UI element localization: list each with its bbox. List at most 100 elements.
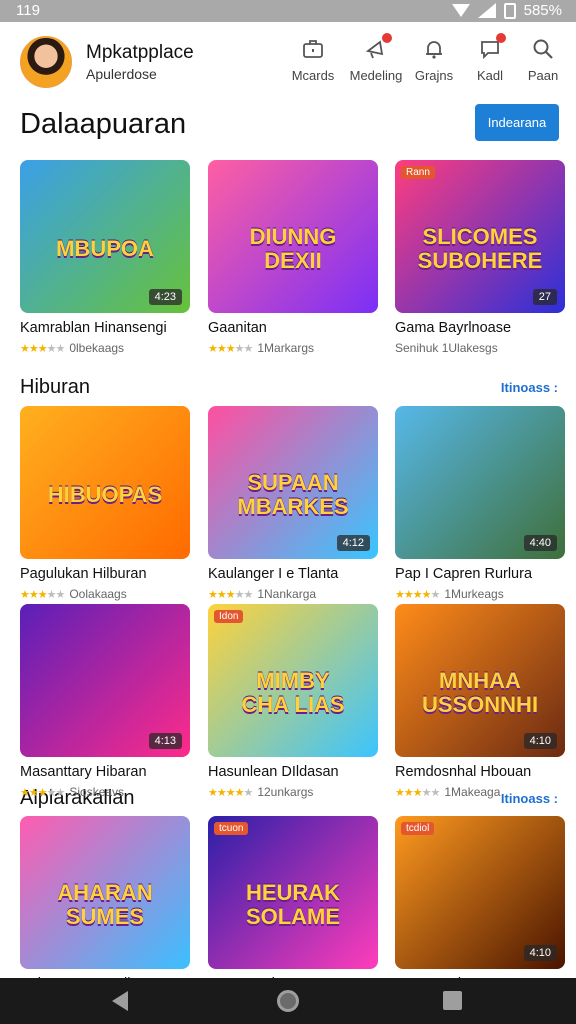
card-art-title: AHARAN SUMES [57, 879, 153, 929]
recents-icon[interactable] [443, 991, 462, 1010]
card-duration: 4:10 [523, 733, 557, 749]
star-rating: ★★★★★ [20, 786, 65, 799]
card-meta: ★★★★★ Oolakaags [20, 587, 190, 601]
nav-paan[interactable]: Paan [513, 36, 573, 83]
app-subtitle: Apulerdose [86, 66, 157, 82]
card-tag: tcdiol [401, 822, 435, 835]
card-thumbnail[interactable]: tcuon HEURAK SOLAME [208, 816, 378, 969]
card-tag: tcuon [214, 822, 249, 835]
card-title: Pagulukan Hilburan [20, 566, 147, 582]
nav-label: Medeling [349, 68, 403, 83]
section-more-link[interactable]: Itinoass : [501, 380, 558, 395]
card-meta: ★★★★★ 0lbekaags [20, 341, 190, 355]
card-meta: ★★★★★ 1Nankarga [208, 587, 378, 601]
home-icon[interactable] [277, 990, 299, 1012]
card-thumbnail[interactable]: MBUPOA 4:23 [20, 160, 190, 313]
status-bar: 119 585% [0, 0, 576, 22]
card-thumbnail[interactable]: 4:13 [20, 604, 190, 757]
card-art-title: HEURAK SOLAME [245, 879, 341, 929]
star-rating: ★★★★★ [20, 588, 65, 601]
notification-dot [496, 33, 506, 43]
card-title: Remdosnhal Hbouan [395, 764, 532, 780]
card-thumbnail[interactable]: DIUNNG DEXII [208, 160, 378, 313]
primary-action-button[interactable]: Indearana [475, 104, 559, 141]
nav-label: Grajns [414, 68, 454, 83]
nav-label: Mcards [291, 68, 335, 83]
card-duration: 27 [532, 289, 557, 305]
app-header: Mpkatpplace Apulerdose Mcards Medeling G… [0, 22, 576, 100]
nav-kadl[interactable]: Kadl [460, 33, 520, 83]
game-card[interactable]: 4:40 Pap I Capren Rurlura ★★★★★ 1Murkeags [395, 406, 565, 601]
card-thumbnail[interactable]: MNHAA USSONNHI 4:10 [395, 604, 565, 757]
nav-label: Paan [527, 68, 559, 83]
card-thumbnail[interactable]: AHARAN SUMES [20, 816, 190, 969]
card-art-title: MNHAA USSONNHI [421, 667, 539, 717]
card-thumbnail[interactable]: tcdiol 4:10 [395, 816, 565, 969]
card-thumbnail[interactable]: Idon MIMBY CHA LIAS [208, 604, 378, 757]
chat-icon [477, 33, 506, 62]
card-meta: ★★★★★ 1Markargs [208, 341, 378, 355]
nav-label: Kadl [476, 68, 504, 83]
card-title: Kamrablan Hinansengi [20, 320, 167, 336]
battery-icon [503, 2, 516, 19]
back-icon[interactable] [112, 991, 128, 1011]
card-thumbnail[interactable]: 4:40 [395, 406, 565, 559]
card-meta-text: 1Makeaga [444, 785, 501, 799]
star-rating: ★★★★★ [395, 786, 440, 799]
wifi-icon [451, 4, 470, 17]
card-title: Gama Bayrlnoase [395, 320, 512, 336]
app-title: Mpkatpplace [86, 42, 194, 63]
card-art-title: MIMBY CHA LIAS [241, 667, 345, 717]
system-nav-bar [0, 978, 576, 1024]
notification-dot [382, 33, 392, 43]
game-card[interactable]: Idon MIMBY CHA LIAS Hasunlean DIldasan ★★★★… [208, 604, 378, 799]
card-title: Hasunlean DIldasan [208, 764, 339, 780]
card-art-title: SLICOMES SUBOHERE [417, 223, 543, 273]
star-rating: ★★★★★ [208, 786, 253, 799]
card-duration: 4:10 [523, 945, 557, 961]
nav-medeling[interactable]: Medeling [346, 33, 406, 83]
card-duration: 4:13 [148, 733, 182, 749]
card-duration: 4:40 [523, 535, 557, 551]
card-meta-text: 1Markargs [257, 341, 315, 355]
game-card[interactable]: HIBUOPAS Pagulukan Hilburan ★★★★★ Oolakaags [20, 406, 190, 601]
star-rating: ★★★★★ [208, 588, 253, 601]
card-title: Masanttary Hibaran [20, 764, 147, 780]
bell-icon [421, 36, 447, 62]
game-card[interactable]: MNHAA USSONNHI 4:10 Remdosnhal Hbouan ★★★★★… [395, 604, 565, 799]
card-meta-text: 1Nankarga [257, 587, 317, 601]
battery-level: 585% [523, 2, 562, 19]
card-duration: 4:12 [336, 535, 370, 551]
card-title: Pap I Capren Rurlura [395, 566, 533, 582]
nav-mcards[interactable]: Mcards [283, 36, 343, 83]
status-icons: 585% [451, 2, 562, 19]
card-thumbnail[interactable]: HIBUOPAS [20, 406, 190, 559]
card-title: Gaanitan [208, 320, 267, 336]
page-title: Dalaapuaran [20, 108, 187, 140]
nav-grajns[interactable]: Grajns [404, 36, 464, 83]
card-meta-text: Sioskeavs [69, 785, 125, 799]
card-art-title: MBUPOA [56, 235, 154, 261]
game-card[interactable]: 4:13 Masanttary Hibaran ★★★★★ Sioskeavs [20, 604, 190, 799]
search-icon [530, 36, 556, 62]
card-meta: ★★★★★ 1Makeaga [395, 785, 565, 799]
card-meta-text: Oolakaags [69, 587, 127, 601]
game-card[interactable]: SUPAAN MBARKES 4:12 Kaulanger I e Tlanta ★★… [208, 406, 378, 601]
game-card[interactable]: DIUNNG DEXII Gaanitan ★★★★★ 1Markargs [208, 160, 378, 355]
section-title: Hiburan [20, 376, 91, 398]
card-thumbnail[interactable]: Rann SLICOMES SUBOHERE 27 [395, 160, 565, 313]
card-meta-text: Senihuk 1Ulakesgs [395, 341, 498, 355]
card-duration: 4:23 [148, 289, 182, 305]
card-thumbnail[interactable]: SUPAAN MBARKES 4:12 [208, 406, 378, 559]
card-meta-text: 0lbekaags [69, 341, 125, 355]
megaphone-icon [363, 33, 392, 62]
star-rating: ★★★★★ [208, 342, 253, 355]
card-art-title: HIBUOPAS [47, 481, 163, 507]
game-card[interactable]: Rann SLICOMES SUBOHERE 27 Gama Bayrlnoase Se… [395, 160, 565, 355]
star-rating: ★★★★★ [20, 342, 65, 355]
card-title: Kaulanger I e Tlanta [208, 566, 339, 582]
briefcase-icon [300, 36, 326, 62]
avatar[interactable] [20, 36, 72, 88]
game-card[interactable]: MBUPOA 4:23 Kamrablan Hinansengi ★★★★★ 0lbek… [20, 160, 190, 355]
card-meta-text: 1Murkeags [444, 587, 504, 601]
